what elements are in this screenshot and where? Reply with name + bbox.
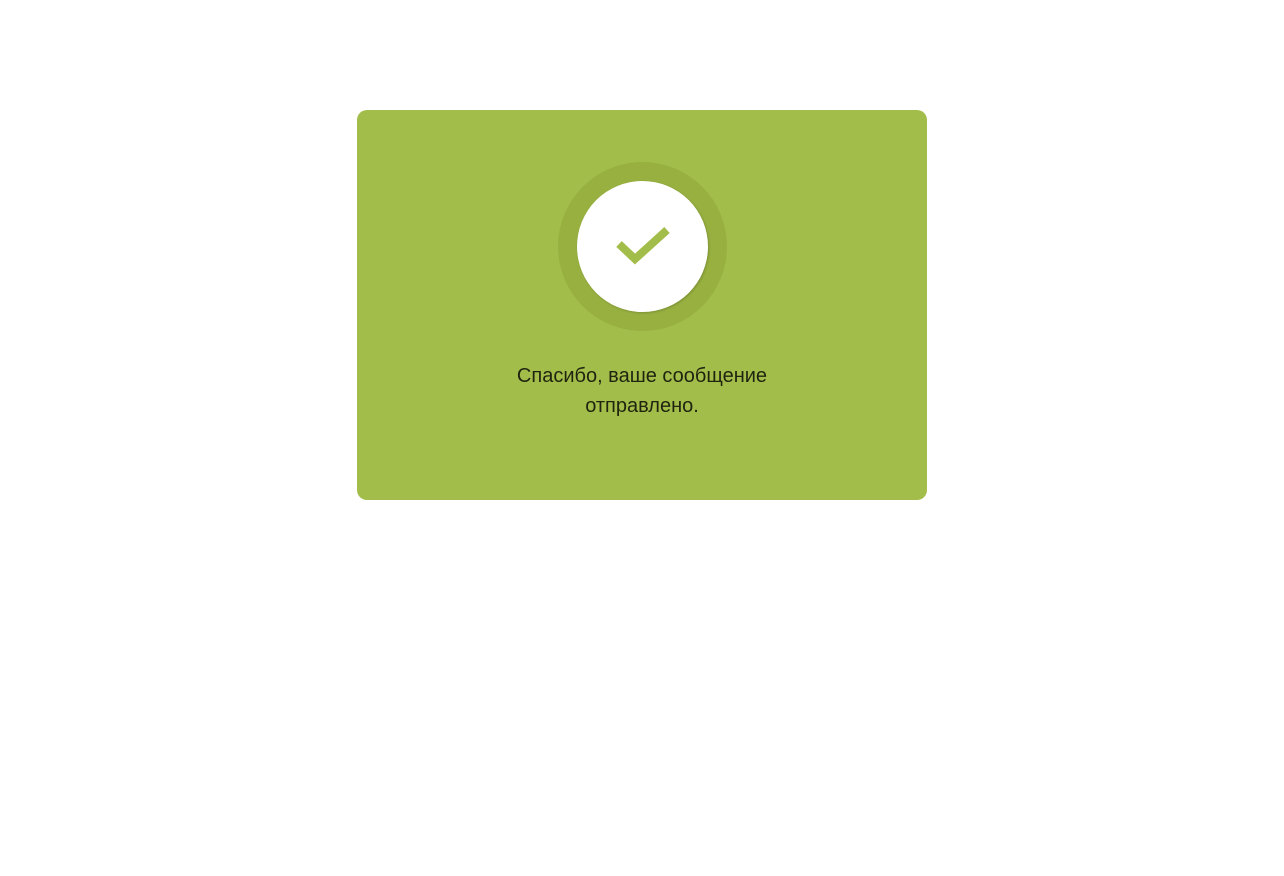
success-icon-circle [577,181,708,312]
success-icon-ring [558,162,727,331]
checkmark-icon [616,227,670,265]
success-card: Спасибо, ваше сообщение отправлено. [357,110,927,500]
success-message: Спасибо, ваше сообщение отправлено. [516,365,768,417]
